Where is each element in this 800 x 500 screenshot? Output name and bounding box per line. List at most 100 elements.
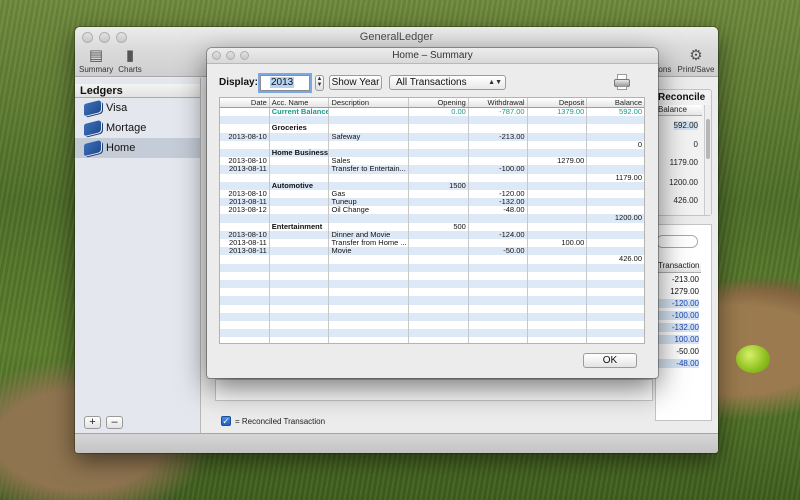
reconcile-panel: Reconcile Balance 592.00 0 1179.00 1200.… — [655, 89, 712, 216]
table-cell-desc: Safeway — [329, 132, 410, 141]
table-cell-balance — [587, 165, 644, 173]
table-cell-withdrawal: -50.00 — [469, 247, 528, 256]
table-cell-balance — [587, 247, 644, 255]
table-cell-acc: Entertainment — [270, 222, 330, 231]
table-row[interactable] — [220, 263, 644, 272]
column-header-date[interactable]: Date — [220, 98, 270, 107]
table-row[interactable]: 2013-08-10 Safeway -213.00 — [220, 132, 644, 141]
table-row[interactable]: Home Business — [220, 148, 644, 158]
gear-icon: ⚙ — [689, 47, 703, 64]
table-cell-opening — [409, 296, 469, 305]
table-row[interactable]: 2013-08-11 Transfer from Home ... 100.00 — [220, 239, 644, 248]
add-ledger-button[interactable]: + — [84, 416, 101, 429]
table-row[interactable] — [220, 329, 644, 338]
table-row[interactable]: 1179.00 — [220, 173, 644, 182]
sidebar-item-visa[interactable]: Visa — [75, 98, 200, 118]
tennis-ball-background — [736, 345, 770, 373]
year-field[interactable]: 2013 — [260, 75, 310, 91]
zoom-dialog-button[interactable] — [240, 51, 249, 60]
column-header-description[interactable]: Description — [329, 98, 410, 107]
table-cell-withdrawal — [469, 116, 528, 125]
table-row[interactable] — [220, 116, 644, 125]
show-year-button[interactable]: Show Year — [329, 75, 382, 90]
table-cell-balance: 0 — [637, 140, 642, 149]
table-cell-withdrawal — [469, 214, 528, 223]
column-header-balance[interactable]: Balance — [587, 98, 644, 107]
remove-ledger-button[interactable]: – — [106, 416, 123, 429]
select-arrows-icon: ▲▼ — [488, 79, 502, 86]
table-row[interactable]: 426.00 — [220, 255, 644, 264]
table-row[interactable]: 2013-08-11 Movie -50.00 — [220, 247, 644, 256]
table-cell-acc — [270, 157, 330, 166]
minimize-window-button[interactable] — [99, 32, 110, 43]
table-cell-withdrawal: -120.00 — [469, 189, 528, 199]
table-cell-date — [220, 271, 270, 280]
close-window-button[interactable] — [82, 32, 93, 43]
zoom-window-button[interactable] — [116, 32, 127, 43]
close-dialog-button[interactable] — [212, 51, 221, 60]
column-header-acc-name[interactable]: Acc. Name — [270, 98, 330, 107]
table-cell-date — [220, 337, 270, 343]
table-row[interactable] — [220, 271, 644, 280]
table-row[interactable]: Automotive 1500 — [220, 181, 644, 190]
reconcile-scrollbar[interactable] — [704, 105, 711, 215]
search-input[interactable] — [656, 235, 698, 248]
table-row[interactable]: 2013-08-10 Gas -120.00 — [220, 189, 644, 199]
column-header-opening[interactable]: Opening — [409, 98, 469, 107]
table-cell-date — [220, 116, 270, 125]
column-header-deposit[interactable]: Deposit — [528, 98, 588, 107]
table-row[interactable] — [220, 337, 644, 343]
table-row[interactable] — [220, 304, 644, 313]
table-cell-deposit — [528, 116, 588, 125]
stepper-down-icon: ▼ — [316, 82, 323, 88]
table-row[interactable] — [220, 312, 644, 321]
table-row[interactable]: Groceries — [220, 124, 644, 133]
sidebar-item-mortage[interactable]: Mortage — [75, 118, 200, 138]
sidebar-item-home[interactable]: Home — [75, 138, 200, 158]
summary-toolbar-button[interactable]: ▤ Summary — [79, 47, 113, 75]
table-cell-opening — [409, 140, 469, 149]
ok-button[interactable]: OK — [583, 353, 637, 368]
table-cell-desc — [329, 279, 410, 289]
table-cell-deposit — [528, 263, 588, 272]
sidebar-item-label: Home — [106, 142, 136, 154]
table-row[interactable] — [220, 296, 644, 305]
table-cell-date: 2013-08-11 — [220, 165, 270, 174]
table-row[interactable] — [220, 279, 644, 289]
table-cell-opening: 0.00 — [409, 108, 469, 117]
minimize-dialog-button[interactable] — [226, 51, 235, 60]
table-row[interactable]: 1200.00 — [220, 214, 644, 223]
print-save-toolbar-button[interactable]: ⚙ Print/Save — [677, 47, 715, 75]
table-cell-date — [220, 173, 270, 182]
year-stepper[interactable]: ▲ ▼ — [315, 75, 324, 91]
table-row[interactable]: 2013-08-12 Oil Change -48.00 — [220, 206, 644, 215]
printer-icon[interactable] — [612, 73, 632, 91]
table-cell-balance — [587, 288, 644, 296]
ledgers-header: Ledgers — [75, 84, 200, 98]
summary-icon: ▤ — [88, 47, 104, 64]
table-row[interactable]: Current Balance 0.00 -787.00 1379.00 592.00 — [220, 108, 644, 117]
table-cell-opening — [409, 148, 469, 158]
table-cell-balance — [587, 337, 644, 343]
table-cell-withdrawal — [469, 173, 528, 182]
transaction-amount: 100.00 — [655, 335, 699, 344]
column-header-withdrawal[interactable]: Withdrawal — [469, 98, 528, 107]
table-row[interactable]: 2013-08-10 Dinner and Movie -124.00 — [220, 230, 644, 239]
table-cell-withdrawal — [469, 148, 528, 158]
table-row[interactable]: 2013-08-11 Transfer to Entertain... -100.0… — [220, 165, 644, 174]
table-cell-opening: 500 — [409, 222, 469, 231]
table-row[interactable]: Entertainment 500 — [220, 222, 644, 231]
transaction-filter-select[interactable]: All Transactions ▲▼ — [389, 75, 506, 90]
table-row[interactable] — [220, 320, 644, 330]
table-row[interactable]: 2013-08-10 Sales 1279.00 — [220, 157, 644, 166]
table-row[interactable] — [220, 288, 644, 297]
main-window-titlebar: GeneralLedger — [75, 27, 718, 47]
table-cell-acc — [270, 337, 330, 343]
table-cell-withdrawal — [469, 320, 528, 330]
table-cell-date — [220, 329, 270, 338]
table-cell-withdrawal — [469, 271, 528, 280]
table-row[interactable]: 2013-08-11 Tuneup -132.00 — [220, 198, 644, 207]
table-row[interactable]: 0 — [220, 140, 644, 149]
table-cell-deposit — [528, 148, 588, 158]
charts-toolbar-button[interactable]: ▮ Charts — [115, 47, 145, 75]
